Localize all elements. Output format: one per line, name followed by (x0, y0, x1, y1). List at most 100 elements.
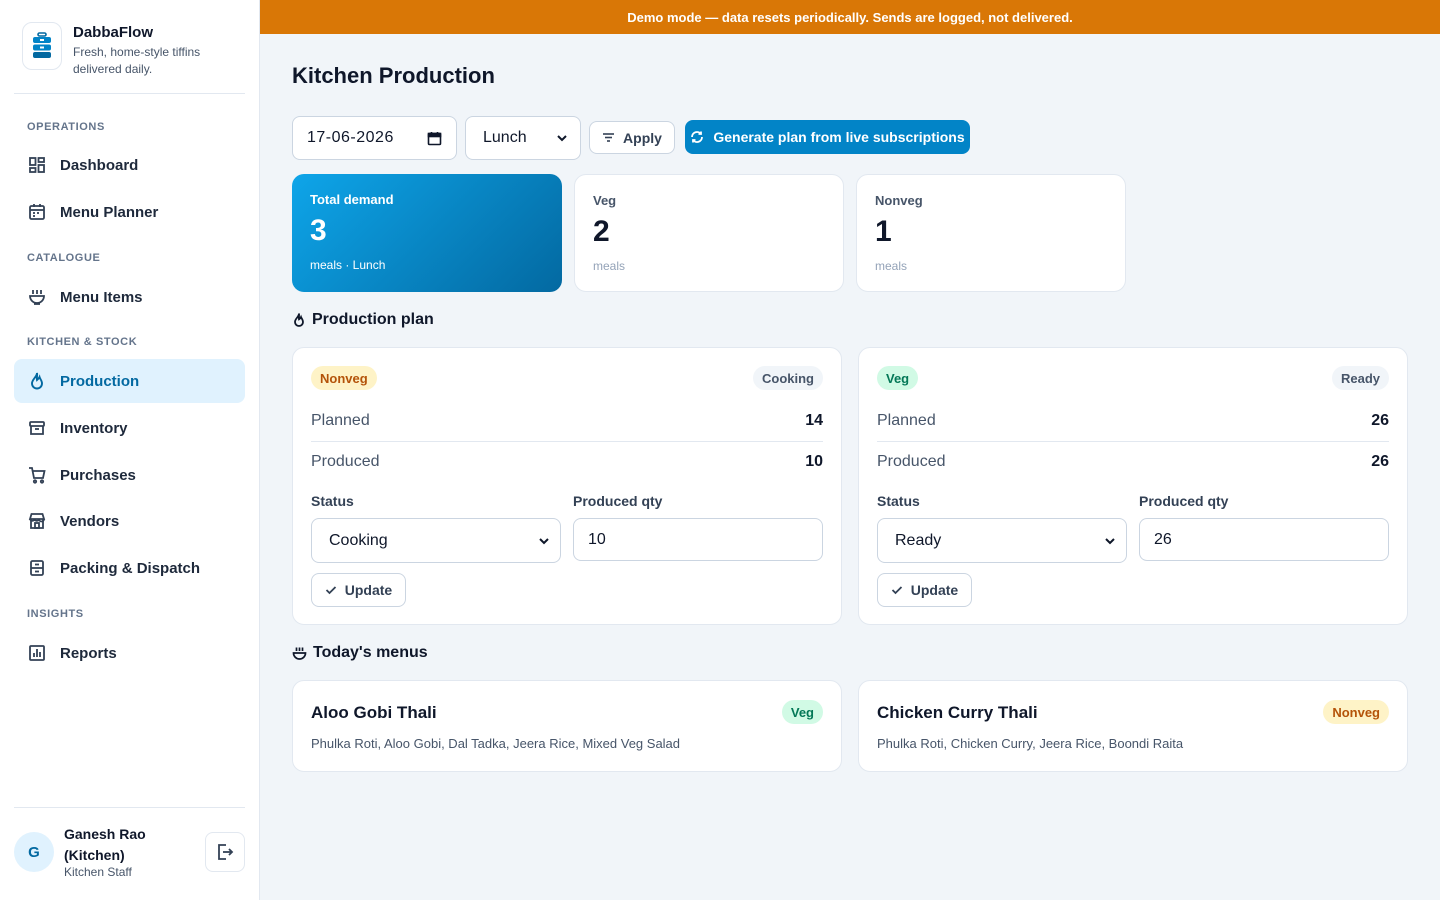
apply-label: Apply (623, 129, 662, 146)
user-name: Ganesh Rao (Kitchen) (64, 826, 146, 863)
user-role: Kitchen Staff (64, 865, 132, 879)
stat-nonveg: Nonveg 1 meals (856, 174, 1126, 292)
sidebar-item-label: Production (60, 372, 140, 390)
sidebar-item-inventory[interactable]: Inventory (14, 406, 245, 450)
status-select[interactable]: Ready (877, 518, 1127, 563)
divider (877, 441, 1389, 442)
menu-name: Chicken Curry Thali (877, 703, 1038, 722)
stat-total-demand: Total demand 3 meals · Lunch (292, 174, 562, 292)
package-icon (27, 558, 47, 578)
sidebar-item-vendors[interactable]: Vendors (14, 499, 245, 543)
stat-label: Total demand (310, 192, 394, 207)
demo-banner: Demo mode — data resets periodically. Se… (260, 0, 1440, 34)
status-select[interactable]: Cooking (311, 518, 561, 563)
type-badge: Veg (781, 700, 823, 724)
update-label: Update (910, 582, 959, 598)
update-button[interactable]: Update (311, 573, 406, 607)
logout-icon (216, 843, 234, 861)
sidebar-item-label: Menu Items (60, 288, 143, 306)
sidebar-item-label: Purchases (60, 466, 136, 484)
stat-value: 3 (310, 214, 327, 247)
flame-icon (292, 312, 306, 328)
section-title-text: Today's menus (313, 644, 428, 661)
store-icon (27, 511, 47, 531)
sidebar-item-label: Menu Planner (60, 203, 159, 221)
tiffin-icon (22, 22, 62, 70)
divider (311, 441, 823, 442)
nav-section-operations: OPERATIONS (27, 121, 105, 133)
qty-field-label: Produced qty (573, 493, 663, 509)
plan-card-nonveg: Nonveg Cooking Planned 14 Produced 10 St… (292, 347, 842, 625)
page-title: Kitchen Production (292, 63, 495, 88)
update-button[interactable]: Update (877, 573, 972, 607)
status-badge: Ready (1331, 366, 1389, 390)
section-title-text: Production plan (312, 311, 434, 328)
sidebar-item-label: Vendors (60, 512, 120, 530)
planned-value: 26 (1371, 412, 1389, 429)
status-field-label: Status (877, 493, 920, 509)
menu-card[interactable]: Aloo Gobi Thali Veg Phulka Roti, Aloo Go… (292, 680, 842, 772)
brand[interactable]: DabbaFlow Fresh, home-style tiffins deli… (22, 22, 252, 78)
calendar-icon[interactable] (427, 131, 442, 146)
divider (14, 93, 245, 94)
produced-value: 26 (1371, 453, 1389, 470)
sidebar-item-production[interactable]: Production (14, 359, 245, 403)
refresh-icon (690, 130, 704, 144)
meal-value: Lunch (483, 129, 527, 146)
sidebar-item-reports[interactable]: Reports (14, 631, 245, 675)
todays-menus-heading: Today's menus (292, 644, 428, 662)
stat-sub: meals (875, 259, 908, 273)
status-select-value: Ready (895, 531, 942, 549)
update-label: Update (344, 582, 393, 598)
meal-select[interactable]: Lunch (465, 116, 581, 160)
type-badge: Veg (877, 366, 919, 390)
sidebar-item-dashboard[interactable]: Dashboard (14, 143, 245, 187)
sidebar-item-packing[interactable]: Packing & Dispatch (14, 546, 245, 590)
avatar[interactable]: G (14, 832, 54, 872)
produced-label: Produced (877, 453, 946, 470)
generate-plan-label: Generate plan from live subscriptions (713, 129, 965, 145)
menu-items: Phulka Roti, Aloo Gobi, Dal Tadka, Jeera… (311, 736, 681, 751)
sidebar-item-menu-items[interactable]: Menu Items (14, 275, 245, 319)
generate-plan-button[interactable]: Generate plan from live subscriptions (685, 120, 970, 154)
filter-icon (602, 132, 615, 143)
menu-items: Phulka Roti, Chicken Curry, Jeera Rice, … (877, 736, 1184, 751)
date-value: 17-06-2026 (307, 129, 394, 146)
brand-tagline: Fresh, home-style tiffins delivered dail… (73, 45, 201, 76)
qty-field-label: Produced qty (1139, 493, 1229, 509)
sidebar-item-purchases[interactable]: Purchases (14, 453, 245, 497)
status-badge: Cooking (753, 366, 823, 390)
sidebar-item-label: Packing & Dispatch (60, 559, 201, 577)
produced-qty-input[interactable]: 10 (573, 518, 823, 561)
nav-section-catalogue: CATALOGUE (27, 252, 101, 264)
planned-label: Planned (311, 412, 370, 429)
status-select-value: Cooking (329, 531, 388, 549)
stat-sub: meals (593, 259, 626, 273)
sidebar: DabbaFlow Fresh, home-style tiffins deli… (0, 0, 260, 900)
user-panel: G Ganesh Rao (Kitchen) Kitchen Staff (14, 822, 245, 882)
menu-card[interactable]: Chicken Curry Thali Nonveg Phulka Roti, … (858, 680, 1408, 772)
divider (14, 807, 245, 808)
calendar-icon (27, 202, 47, 222)
chart-icon (27, 643, 47, 663)
dashboard-icon (27, 155, 47, 175)
cart-icon (27, 465, 47, 485)
planned-value: 14 (805, 412, 823, 429)
menu-name: Aloo Gobi Thali (311, 703, 437, 722)
stat-label: Veg (593, 193, 617, 208)
produced-label: Produced (311, 453, 380, 470)
chevron-down-icon (1104, 535, 1116, 547)
sidebar-item-menu-planner[interactable]: Menu Planner (14, 190, 245, 234)
check-icon (891, 585, 903, 595)
production-plan-heading: Production plan (292, 311, 434, 329)
produced-qty-input[interactable]: 26 (1139, 518, 1389, 561)
produced-value: 10 (805, 453, 823, 470)
stat-label: Nonveg (875, 193, 923, 208)
date-input[interactable]: 17-06-2026 (292, 116, 457, 160)
apply-button[interactable]: Apply (589, 121, 675, 154)
sidebar-item-label: Dashboard (60, 156, 139, 174)
logout-button[interactable] (205, 832, 245, 872)
check-icon (325, 585, 337, 595)
brand-name: DabbaFlow (73, 24, 154, 41)
sidebar-item-label: Inventory (60, 419, 128, 437)
